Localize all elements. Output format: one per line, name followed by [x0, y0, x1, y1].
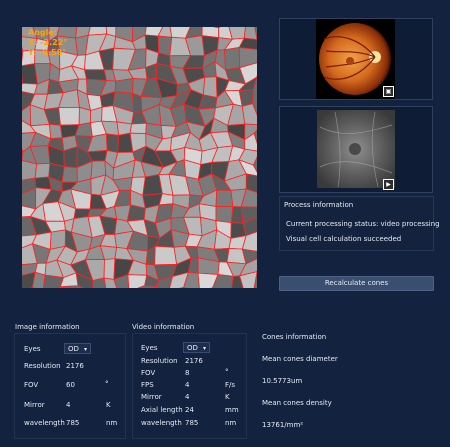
image-eyes-select[interactable]: OD ▾ [64, 343, 91, 354]
video-eyes-value: OD [187, 344, 198, 352]
cone-cell [243, 27, 257, 41]
cone-cell [58, 106, 80, 126]
video-axial-length-unit: mm [225, 406, 239, 414]
video-resolution-label: Resolution [141, 357, 178, 365]
video-fps-value[interactable]: 4 [185, 381, 189, 389]
cone-cell [34, 162, 51, 179]
angle-y-value: Y: -0.58° [28, 48, 67, 57]
mean-cones-diameter-value: 10.5773um [262, 377, 303, 385]
video-eyes-select[interactable]: OD ▾ [183, 342, 210, 353]
video-wavelength-unit: nm [225, 419, 237, 427]
recalculate-cones-button[interactable]: Recalculate cones [279, 276, 434, 291]
angle-x-value: X: -2.22° [28, 38, 68, 47]
video-mirror-label: Mirror [141, 393, 162, 401]
cone-cell [78, 106, 91, 126]
ir-thumbnail[interactable]: ▶ [279, 106, 433, 193]
cone-cell [224, 47, 241, 71]
image-resolution-value: 2176 [66, 362, 84, 370]
image-eyes-value: OD [68, 345, 79, 353]
cone-cell [127, 274, 148, 288]
cone-cell [215, 189, 234, 208]
video-resolution-value: 2176 [185, 357, 203, 365]
cone-cell [126, 204, 146, 222]
image-resolution-label: Resolution [24, 362, 61, 370]
video-wavelength-value[interactable]: 785 [185, 419, 198, 427]
video-mirror-value[interactable]: 4 [185, 393, 189, 401]
expand-icon[interactable]: ▣ [383, 86, 394, 97]
cone-cell [114, 78, 134, 94]
play-icon[interactable]: ▶ [383, 179, 394, 190]
image-eyes-label: Eyes [24, 345, 41, 353]
cone-cell [131, 92, 143, 113]
cone-cell [105, 133, 120, 153]
video-fps-unit: F/s [225, 381, 236, 389]
mean-cones-density-value: 13761/mm² [262, 421, 304, 429]
image-mirror-value[interactable]: 4 [66, 401, 70, 409]
image-wavelength-value[interactable]: 785 [66, 419, 79, 427]
image-mirror-unit: K [106, 401, 111, 409]
video-fov-value[interactable]: 8 [185, 369, 189, 377]
ir-image [317, 110, 395, 188]
process-status-text: Current processing status: video process… [286, 220, 440, 228]
video-info-title: Video information [132, 323, 195, 331]
image-fov-label: FOV [24, 381, 39, 389]
cone-cell-overlay [22, 27, 257, 288]
video-fov-unit: ° [225, 368, 229, 376]
cone-cell [129, 122, 147, 134]
process-info-title: Process information [284, 201, 354, 209]
video-axial-length-label: Axial length [141, 406, 183, 414]
cone-cell [154, 245, 178, 266]
process-info-panel: Process information Current processing s… [279, 196, 440, 251]
cone-cell [22, 160, 38, 181]
cone-cell [241, 103, 257, 125]
cone-cell [63, 146, 78, 169]
image-fov-unit: ° [105, 380, 109, 388]
mean-cones-density-label: Mean cones density [262, 399, 332, 407]
cone-cell [202, 76, 218, 99]
image-wavelength-label: wavelength [24, 419, 65, 427]
video-axial-length-value[interactable]: 24 [185, 406, 194, 414]
mean-cones-diameter-label: Mean cones diameter [262, 355, 338, 363]
cone-cell [61, 166, 78, 183]
video-fps-label: FPS [141, 381, 154, 389]
image-mirror-label: Mirror [24, 401, 45, 409]
cone-mosaic-image[interactable]: Angle: X: -2.22° Y: -0.58° [22, 27, 257, 288]
video-wavelength-label: wavelength [141, 419, 182, 427]
angle-label: Angle: [28, 28, 57, 37]
angle-overlay: Angle: X: -2.22° Y: -0.58° [28, 28, 67, 58]
video-fov-label: FOV [141, 369, 156, 377]
cone-cell [215, 206, 234, 224]
video-eyes-label: Eyes [141, 344, 158, 352]
process-result-text: Visual cell calculation succeeded [286, 235, 402, 243]
cones-info-title: Cones information [262, 333, 327, 341]
image-info-title: Image information [15, 323, 80, 331]
image-wavelength-unit: nm [106, 419, 118, 427]
fundus-thumbnail[interactable]: ▣ [279, 18, 433, 100]
fundus-image [316, 19, 395, 99]
cone-cell [103, 258, 116, 280]
image-fov-value[interactable]: 60 [66, 381, 75, 389]
video-mirror-unit: K [225, 393, 230, 401]
chevron-down-icon: ▾ [202, 345, 206, 352]
chevron-down-icon: ▾ [83, 346, 87, 353]
